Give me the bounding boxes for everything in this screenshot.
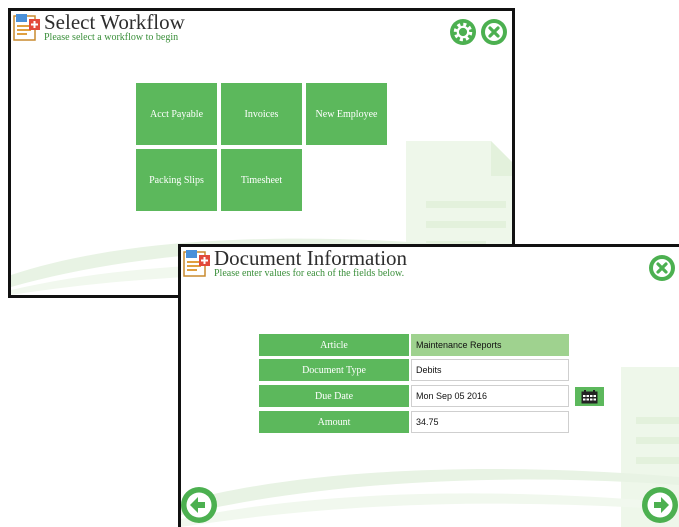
amount-field[interactable]: 34.75 [411, 411, 569, 433]
field-label-due-date: Due Date [259, 385, 409, 407]
settings-button[interactable] [450, 19, 476, 45]
workflow-tile-new-employee[interactable]: New Employee [306, 83, 387, 145]
swoosh-decoration [181, 469, 679, 527]
field-label-document-type: Document Type [259, 359, 409, 381]
page-title: Select Workflow [44, 10, 185, 34]
arrow-right-icon [647, 492, 673, 518]
calendar-icon [581, 389, 598, 403]
close-button[interactable] [649, 255, 675, 281]
article-field: Maintenance Reports [411, 334, 569, 356]
next-button[interactable] [642, 487, 678, 523]
due-date-field[interactable]: Mon Sep 05 2016 [411, 385, 569, 407]
document-information-panel: Document Information Please enter values… [178, 244, 679, 527]
workflow-tile-timesheet[interactable]: Timesheet [221, 149, 302, 211]
app-icon [13, 14, 40, 41]
field-label-amount: Amount [259, 411, 409, 433]
workflow-tile-invoices[interactable]: Invoices [221, 83, 302, 145]
back-button[interactable] [181, 487, 217, 523]
app-icon [183, 250, 210, 277]
arrow-left-icon [186, 492, 212, 518]
document-type-field[interactable]: Debits [411, 359, 569, 381]
close-button[interactable] [481, 19, 507, 45]
page-subtitle: Please enter values for each of the fiel… [214, 268, 405, 279]
page-title: Document Information [214, 246, 408, 270]
close-icon [653, 259, 671, 277]
workflow-tile-packing-slips[interactable]: Packing Slips [136, 149, 217, 211]
close-icon [485, 23, 503, 41]
date-picker-button[interactable] [575, 387, 604, 406]
field-label-article: Article [259, 334, 409, 356]
gear-icon [453, 22, 473, 42]
page-subtitle: Please select a workflow to begin [44, 32, 179, 43]
workflow-tile-acct-payable[interactable]: Acct Payable [136, 83, 217, 145]
